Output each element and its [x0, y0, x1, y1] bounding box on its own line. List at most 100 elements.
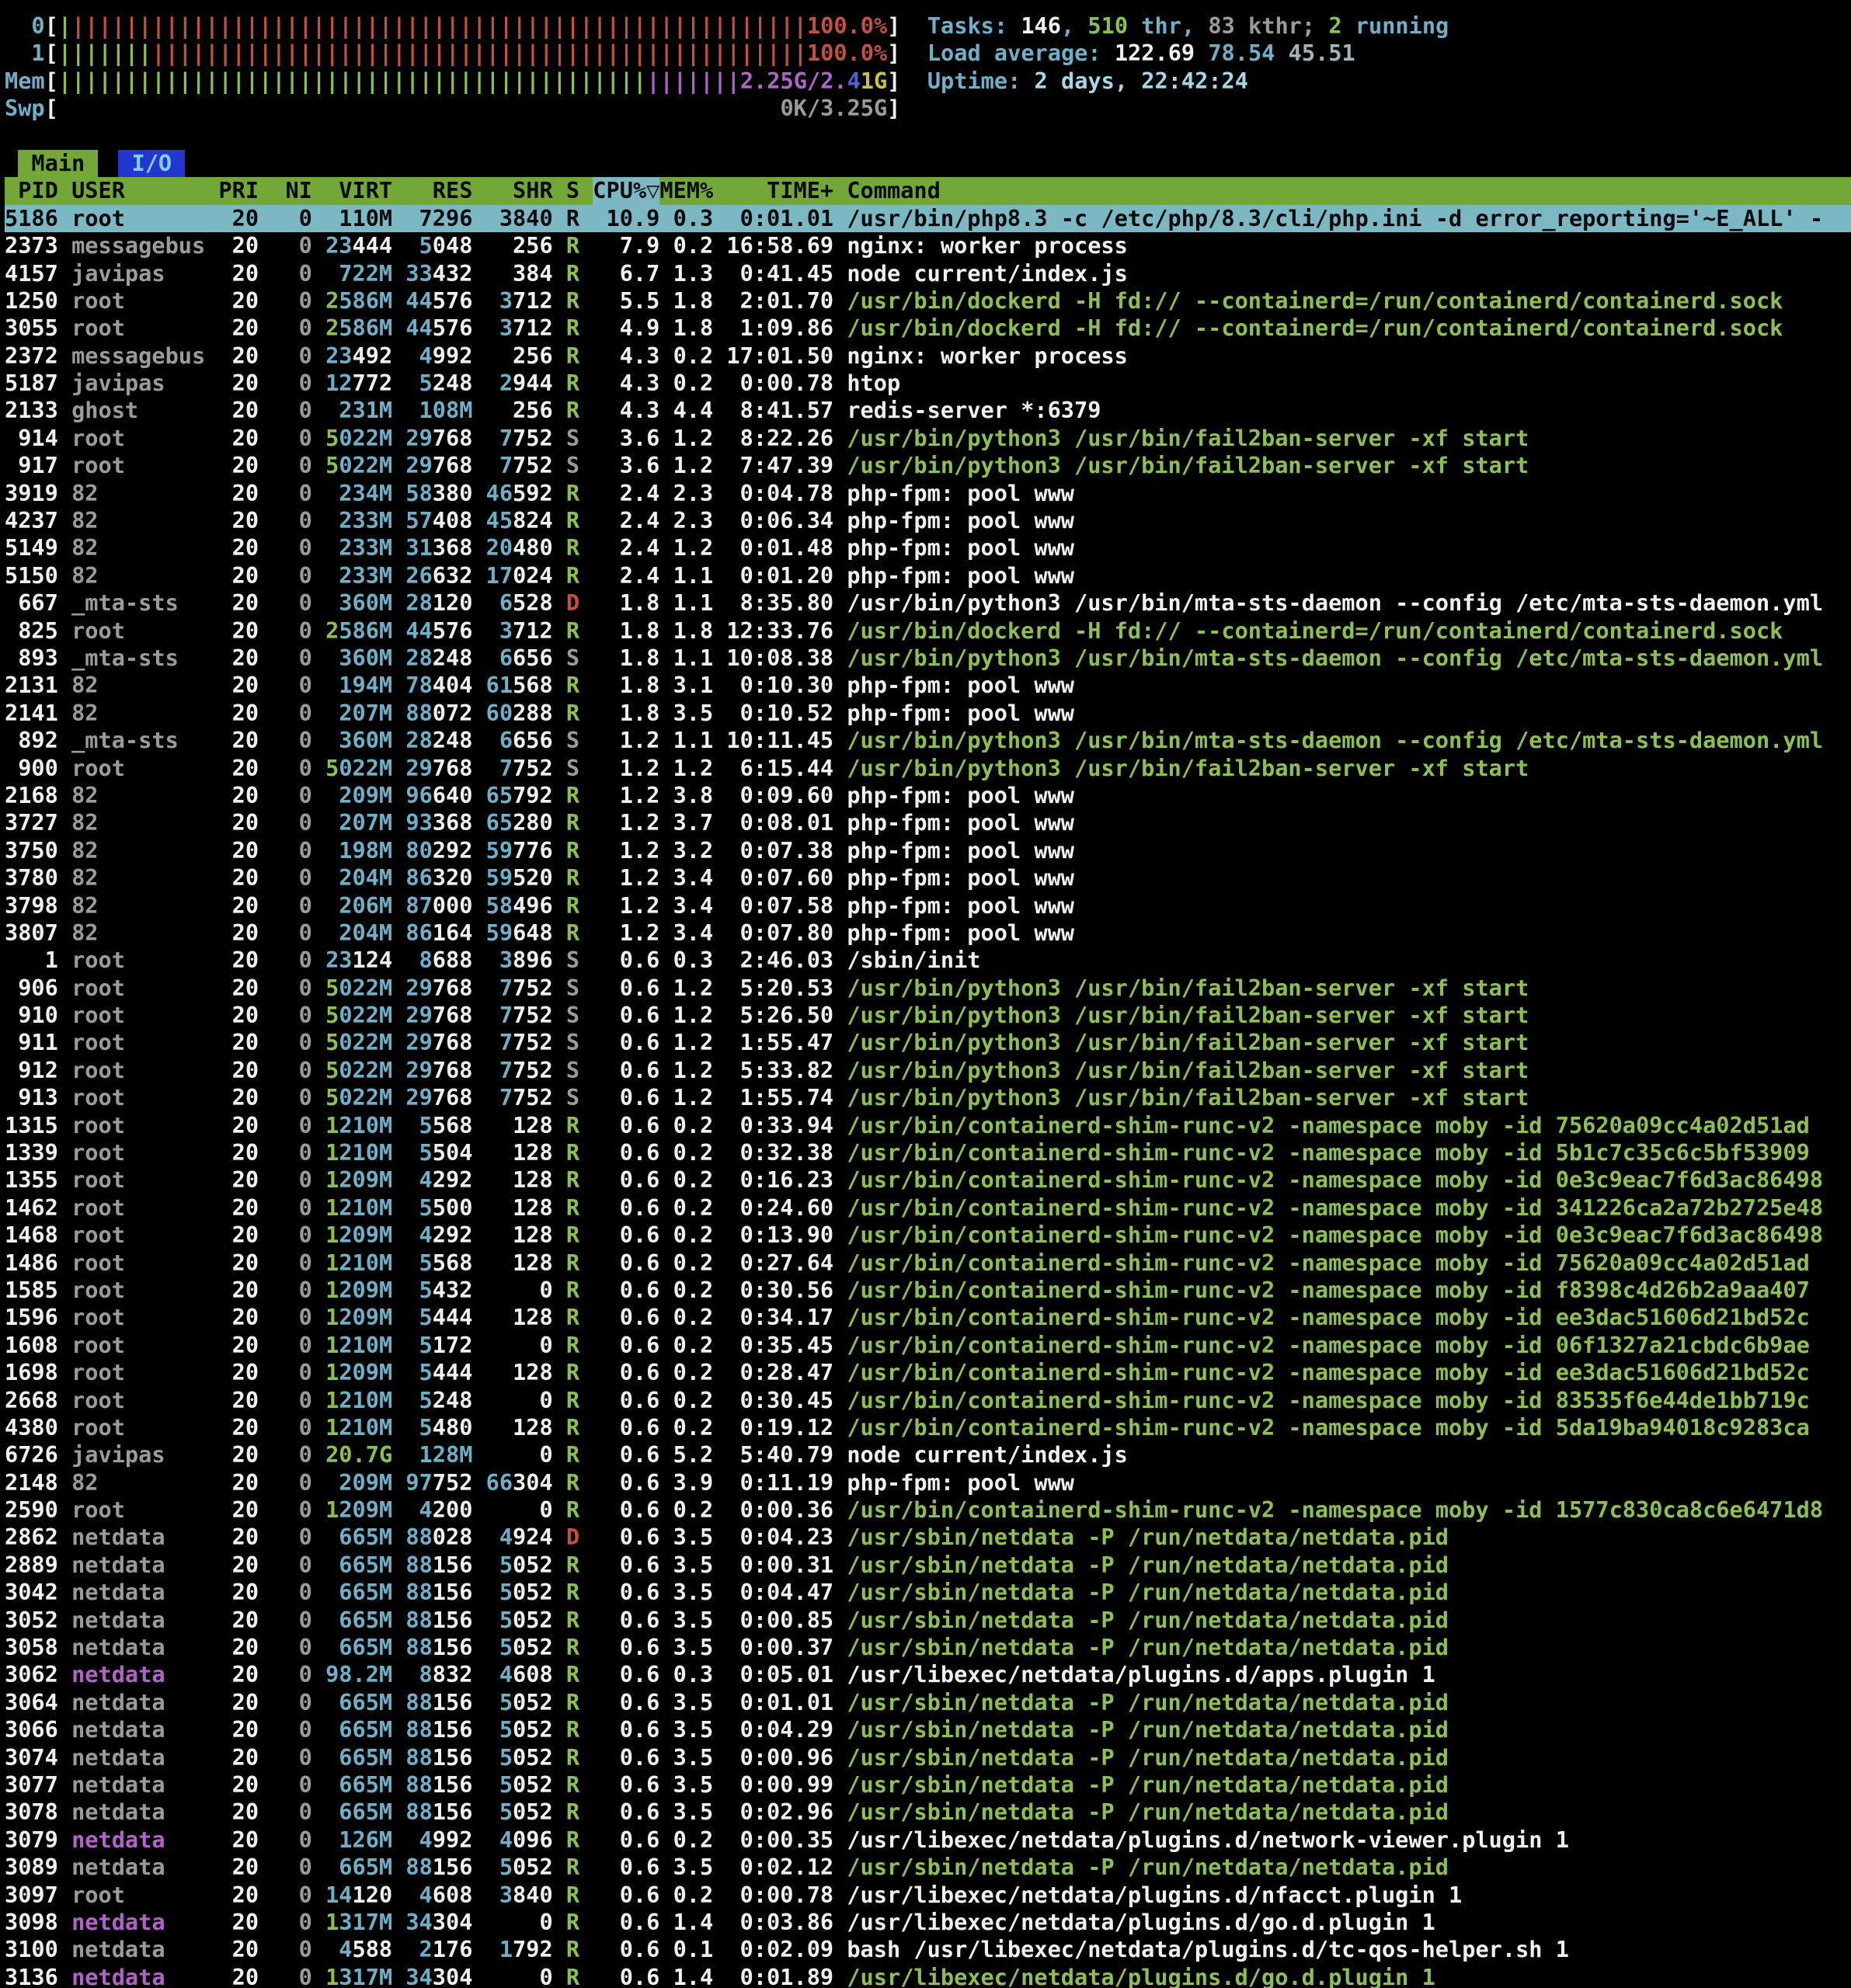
table-row[interactable]: 1596 root 20 0 1209M 5444 128 R 0.60.2 0… [5, 1304, 1851, 1331]
table-row[interactable]: 4237 82 20 0 233M 57408 45824 R 2.42.3 0… [5, 507, 1851, 534]
table-row[interactable]: 3136 netdata 20 0 1317M 34304 0 R 0.61.4… [5, 1964, 1851, 1988]
table-row[interactable]: 3058 netdata 20 0 665M 88156 5052 R 0.63… [5, 1634, 1851, 1661]
cell-res: 5500 [405, 1194, 472, 1222]
table-row[interactable]: 1486 root 20 0 1210M 5568 128 R 0.60.2 0… [5, 1249, 1851, 1277]
table-row[interactable]: 5149 82 20 0 233M 31368 20480 R 2.41.2 0… [5, 534, 1851, 561]
cell-pri: 20 [218, 1634, 259, 1661]
table-row[interactable]: 3052 netdata 20 0 665M 88156 5052 R 0.63… [5, 1607, 1851, 1634]
table-row[interactable]: 1585 root 20 0 1209M 5432 0 R 0.60.2 0:3… [5, 1277, 1851, 1304]
table-row[interactable]: 6726 javipas 20 0 20.7G 128M 0 R 0.65.2 … [5, 1441, 1851, 1468]
column-header-s[interactable]: S [566, 177, 579, 204]
table-row[interactable]: 1315 root 20 0 1210M 5568 128 R 0.60.2 0… [5, 1112, 1851, 1139]
table-row[interactable]: 914 root 20 0 5022M 29768 7752 S 3.61.2 … [5, 425, 1851, 452]
table-row[interactable]: 2889 netdata 20 0 665M 88156 5052 R 0.63… [5, 1552, 1851, 1579]
table-row[interactable]: 3079 netdata 20 0 126M 4992 4096 R 0.60.… [5, 1826, 1851, 1854]
table-row[interactable]: 3780 82 20 0 204M 86320 59520 R 1.23.4 0… [5, 864, 1851, 891]
cell-res: 5568 [405, 1249, 472, 1277]
cell-pid: 4380 [5, 1414, 58, 1441]
tab-io[interactable]: I/O [118, 150, 185, 177]
cell-time: 0:19.12 [726, 1414, 833, 1441]
table-row[interactable]: 3066 netdata 20 0 665M 88156 5052 R 0.63… [5, 1716, 1851, 1743]
table-row[interactable]: 1355 root 20 0 1209M 4292 128 R 0.60.2 0… [5, 1166, 1851, 1194]
table-row[interactable]: 3064 netdata 20 0 665M 88156 5052 R 0.63… [5, 1689, 1851, 1716]
table-row[interactable]: 3807 82 20 0 204M 86164 59648 R 1.23.4 0… [5, 919, 1851, 947]
column-header-cpu[interactable]: CPU%▽ [593, 177, 659, 204]
column-header-pri[interactable]: PRI [218, 177, 259, 204]
column-header-user[interactable]: USER [71, 177, 205, 204]
table-row[interactable]: 2590 root 20 0 1209M 4200 0 R 0.60.2 0:0… [5, 1496, 1851, 1524]
cell-res: 5568 [405, 1112, 472, 1139]
table-row[interactable]: 3089 netdata 20 0 665M 88156 5052 R 0.63… [5, 1854, 1851, 1881]
table-row[interactable]: 911 root 20 0 5022M 29768 7752 S 0.61.2 … [5, 1029, 1851, 1056]
table-row[interactable]: 2373 messagebus 20 0 23444 5048 256 R 7.… [5, 232, 1851, 259]
table-row[interactable]: 2168 82 20 0 209M 96640 65792 R 1.23.8 0… [5, 782, 1851, 809]
table-row[interactable]: 3097 root 20 0 14120 4608 3840 R 0.60.2 … [5, 1882, 1851, 1909]
cell-cpu: 1.8 [593, 645, 659, 672]
table-row[interactable]: 3750 82 20 0 198M 80292 59776 R 1.23.2 0… [5, 837, 1851, 864]
cell-cpu: 5.5 [593, 287, 659, 315]
cell-time: 0:00.36 [726, 1496, 833, 1524]
table-row[interactable]: 1 root 20 0 23124 8688 3896 S 0.60.3 2:4… [5, 947, 1851, 974]
table-row[interactable]: 3100 netdata 20 0 4588 2176 1792 R 0.60.… [5, 1936, 1851, 1963]
cell-cmd: php-fpm: pool www [847, 700, 1851, 727]
column-header-mem[interactable]: MEM% [659, 177, 713, 204]
table-row[interactable]: 2141 82 20 0 207M 88072 60288 R 1.83.5 0… [5, 700, 1851, 727]
table-row[interactable]: 2372 messagebus 20 0 23492 4992 256 R 4.… [5, 342, 1851, 370]
table-row[interactable]: 900 root 20 0 5022M 29768 7752 S 1.21.2 … [5, 755, 1851, 782]
table-row[interactable]: 2668 root 20 0 1210M 5248 0 R 0.60.2 0:3… [5, 1387, 1851, 1414]
table-row[interactable]: 1698 root 20 0 1209M 5444 128 R 0.60.2 0… [5, 1359, 1851, 1386]
column-header-pid[interactable]: PID [5, 177, 58, 204]
table-row[interactable]: 3062 netdata 20 0 98.2M 8832 4608 R 0.60… [5, 1661, 1851, 1688]
table-row[interactable]: 1608 root 20 0 1210M 5172 0 R 0.60.2 0:3… [5, 1332, 1851, 1359]
table-row[interactable]: 2133 ghost 20 0 231M 108M 256 R 4.34.4 8… [5, 397, 1851, 424]
table-row[interactable]: 893 _mta-sts 20 0 360M 28248 6656 S 1.81… [5, 645, 1851, 672]
table-row[interactable]: 5186 root 20 0 110M 7296 3840 R 10.90.3 … [5, 205, 1851, 232]
column-header-time[interactable]: TIME+ [726, 177, 833, 204]
table-row[interactable]: 1468 root 20 0 1209M 4292 128 R 0.60.2 0… [5, 1222, 1851, 1249]
tab-main[interactable]: Main [18, 150, 98, 177]
table-row[interactable]: 5187 javipas 20 0 12772 5248 2944 R 4.30… [5, 370, 1851, 397]
table-row[interactable]: 917 root 20 0 5022M 29768 7752 S 3.61.2 … [5, 452, 1851, 479]
table-row[interactable]: 912 root 20 0 5022M 29768 7752 S 0.61.2 … [5, 1057, 1851, 1084]
column-header-cmd[interactable]: Command [847, 177, 1851, 204]
table-row[interactable]: 3042 netdata 20 0 665M 88156 5052 R 0.63… [5, 1579, 1851, 1606]
table-row[interactable]: 2148 82 20 0 209M 97752 66304 R 0.63.9 0… [5, 1469, 1851, 1496]
table-row[interactable]: 1339 root 20 0 1210M 5504 128 R 0.60.2 0… [5, 1139, 1851, 1166]
cell-pri: 20 [218, 1139, 259, 1166]
table-row[interactable]: 3727 82 20 0 207M 93368 65280 R 1.23.7 0… [5, 809, 1851, 836]
cell-res: 29768 [405, 1002, 472, 1029]
table-row[interactable]: 3798 82 20 0 206M 87000 58496 R 1.23.4 0… [5, 892, 1851, 919]
table-row[interactable]: 910 root 20 0 5022M 29768 7752 S 0.61.2 … [5, 1002, 1851, 1029]
column-header-shr[interactable]: SHR [486, 177, 553, 204]
table-row[interactable]: 5150 82 20 0 233M 26632 17024 R 2.41.1 0… [5, 562, 1851, 589]
table-row[interactable]: 4380 root 20 0 1210M 5480 128 R 0.60.2 0… [5, 1414, 1851, 1441]
table-row[interactable]: 1462 root 20 0 1210M 5500 128 R 0.60.2 0… [5, 1194, 1851, 1222]
column-header-virt[interactable]: VIRT [325, 177, 392, 204]
table-row[interactable]: 667 _mta-sts 20 0 360M 28120 6528 D 1.81… [5, 589, 1851, 617]
blank-line [5, 123, 1851, 150]
table-row[interactable]: 3919 82 20 0 234M 58380 46592 R 2.42.3 0… [5, 480, 1851, 507]
cell-pid: 911 [5, 1029, 58, 1056]
table-row[interactable]: 3055 root 20 0 2586M 44576 3712 R 4.91.8… [5, 315, 1851, 342]
table-row[interactable]: 3078 netdata 20 0 665M 88156 5052 R 0.63… [5, 1799, 1851, 1826]
table-row[interactable]: 913 root 20 0 5022M 29768 7752 S 0.61.2 … [5, 1084, 1851, 1111]
table-row[interactable]: 2131 82 20 0 194M 78404 61568 R 1.83.1 0… [5, 672, 1851, 699]
table-row[interactable]: 906 root 20 0 5022M 29768 7752 S 0.61.2 … [5, 975, 1851, 1002]
cell-shr: 256 [486, 397, 553, 424]
table-row[interactable]: 825 root 20 0 2586M 44576 3712 R 1.81.8 … [5, 617, 1851, 645]
cell-s: R [566, 1607, 579, 1634]
table-row[interactable]: 2862 netdata 20 0 665M 88028 4924 D 0.63… [5, 1524, 1851, 1551]
table-row[interactable]: 3074 netdata 20 0 665M 88156 5052 R 0.63… [5, 1744, 1851, 1771]
cell-pid: 2141 [5, 700, 58, 727]
table-row[interactable]: 3077 netdata 20 0 665M 88156 5052 R 0.63… [5, 1771, 1851, 1799]
column-header-ni[interactable]: NI [272, 177, 312, 204]
cell-cpu: 1.2 [593, 892, 659, 919]
table-row[interactable]: 4157 javipas 20 0 722M 33432 384 R 6.71.… [5, 260, 1851, 287]
cell-res: 28248 [405, 727, 472, 754]
cell-user: netdata [71, 1552, 205, 1579]
table-row[interactable]: 892 _mta-sts 20 0 360M 28248 6656 S 1.21… [5, 727, 1851, 754]
table-row[interactable]: 1250 root 20 0 2586M 44576 3712 R 5.51.8… [5, 287, 1851, 315]
column-header-res[interactable]: RES [405, 177, 472, 204]
table-row[interactable]: 3098 netdata 20 0 1317M 34304 0 R 0.61.4… [5, 1909, 1851, 1936]
cell-user: root [71, 1277, 205, 1304]
